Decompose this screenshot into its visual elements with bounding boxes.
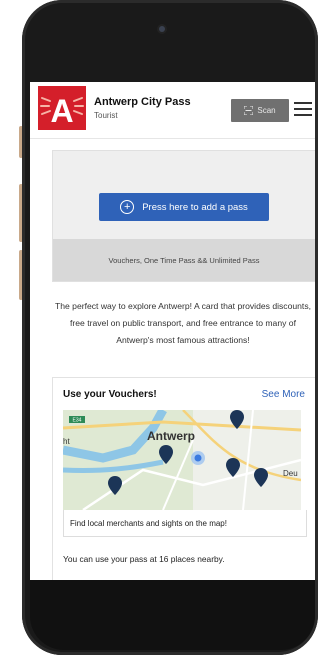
antwerp-a-logo-icon: A: [40, 93, 84, 129]
vouchers-card: Use your Vouchers! See More E34 ht Antwe…: [52, 377, 315, 580]
city-pass-description: The perfect way to explore Antwerp! A ca…: [54, 301, 312, 345]
plus-circle-icon: +: [120, 200, 135, 214]
scan-button-label: Scan: [257, 106, 276, 115]
app-header: A Antwerp City Pass Tourist Scan: [30, 82, 315, 139]
front-camera-icon: [159, 26, 165, 32]
nearby-places-text: You can use your pass at 16 places nearb…: [63, 554, 225, 564]
antwerp-logo[interactable]: A: [38, 86, 86, 130]
add-pass-card: + Press here to add a pass Vouchers, One…: [52, 150, 315, 282]
scan-button[interactable]: Scan: [231, 99, 289, 122]
svg-text:E34: E34: [73, 418, 82, 424]
svg-text:A: A: [50, 93, 73, 129]
app-title: Antwerp City Pass: [94, 96, 191, 108]
app-screen: A Antwerp City Pass Tourist Scan + Press…: [30, 82, 315, 580]
svg-text:Antwerp: Antwerp: [147, 429, 195, 443]
see-more-link[interactable]: See More: [262, 389, 305, 400]
vouchers-map[interactable]: E34 ht Antwerp Deu: [63, 410, 301, 510]
vouchers-title: Use your Vouchers!: [63, 389, 157, 400]
phone-bottom-bezel: [30, 580, 315, 650]
svg-text:ht: ht: [63, 437, 70, 446]
map-canvas: E34 ht Antwerp Deu: [63, 410, 301, 510]
add-pass-button[interactable]: + Press here to add a pass: [99, 193, 269, 221]
qr-scan-icon: [244, 106, 254, 115]
svg-text:Deu: Deu: [283, 469, 298, 478]
add-pass-button-label: Press here to add a pass: [142, 201, 248, 213]
app-subtitle: Tourist: [94, 111, 118, 120]
hamburger-menu-icon[interactable]: [294, 102, 312, 118]
map-caption: Find local merchants and sights on the m…: [63, 510, 307, 537]
pass-types-footer: Vouchers, One Time Pass && Unlimited Pas…: [53, 239, 315, 281]
